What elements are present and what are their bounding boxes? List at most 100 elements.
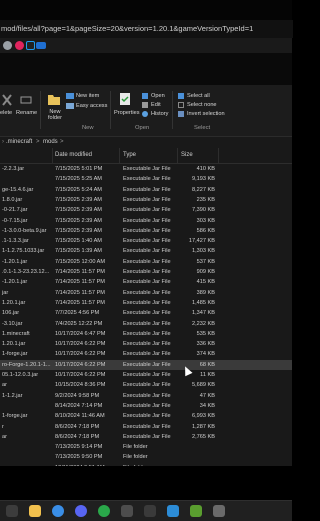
file-size: 336 KB — [196, 341, 215, 348]
file-row[interactable]: -1.20.1.jar 7/14/2025 11:57 PM Executable … — [0, 277, 292, 288]
column-size[interactable]: Size — [181, 152, 193, 158]
browser-address-bar[interactable]: mod/files/all?page=1&pageSize=20&version… — [0, 20, 293, 38]
file-type: Executable Jar File — [123, 310, 171, 317]
file-date: 10/17/2024 6:47 PM — [55, 330, 106, 337]
file-size: 68 KB — [199, 361, 215, 368]
file-name: .1-1.3.3.jar — [2, 238, 29, 245]
file-date: 7/15/2025 5:25 AM — [55, 176, 102, 183]
file-date: 7/15/2025 5:01 PM — [55, 166, 103, 172]
file-date: 7/14/2025 11:57 PM — [55, 279, 105, 286]
bookmark-icon-4[interactable] — [36, 42, 46, 49]
file-name: 05.1-12.0.3.jar — [2, 372, 39, 378]
column-divider[interactable] — [218, 148, 219, 163]
file-size: 2,232 KB — [191, 320, 215, 327]
rename-icon[interactable] — [20, 94, 32, 106]
file-row[interactable]: .0.1-1.3-23.23.12... 7/14/2025 11:57 PM Ex… — [0, 267, 292, 278]
breadcrumb-sep: > — [36, 139, 40, 145]
search-icon[interactable] — [6, 505, 18, 517]
properties-icon[interactable] — [119, 92, 131, 106]
file-date: 10/17/2024 6:22 PM — [55, 361, 106, 368]
file-row[interactable]: ro-Forge-1.20.1-1... 10/17/2024 6:22 PM Ex… — [0, 359, 292, 371]
column-divider[interactable] — [177, 148, 178, 163]
column-type[interactable]: Type — [123, 152, 136, 158]
file-type: File folder — [123, 463, 148, 466]
settings-icon[interactable] — [213, 505, 225, 517]
new-item-button[interactable]: New item — [76, 93, 99, 99]
folder-icon[interactable] — [29, 505, 41, 517]
breadcrumb-minecraft[interactable]: .minecraft — [6, 137, 32, 148]
invert-selection-button[interactable]: Invert selection — [187, 111, 225, 117]
file-name: 1.8.0.jar — [2, 196, 23, 203]
easy-access-button[interactable]: Easy access — [76, 103, 107, 109]
file-row[interactable]: -2.2.3.jar 7/15/2025 5:01 PM Executable Ja… — [0, 164, 292, 175]
group-select-label: Select — [194, 125, 211, 131]
minecraft-icon[interactable] — [190, 505, 202, 517]
chevron-left-icon: › — [2, 139, 4, 145]
properties-button[interactable]: Properties — [114, 110, 140, 116]
file-date: 7/4/2025 12:22 PM — [55, 320, 103, 327]
file-row[interactable]: 1-forge.jar 10/17/2024 6:22 PM Executable … — [0, 349, 292, 360]
column-date[interactable]: Date modified — [55, 152, 92, 158]
file-size: 1,485 KB — [191, 299, 215, 306]
file-row[interactable]: 1-forge.jar 8/10/2024 11:46 AM Executable … — [0, 411, 292, 422]
file-row[interactable]: 1.20.1.jar 10/17/2024 6:22 PM Executable J… — [0, 339, 292, 350]
open-button[interactable]: Open — [151, 93, 165, 99]
history-button[interactable]: History — [151, 111, 168, 117]
file-name: jar — [2, 289, 9, 296]
file-row[interactable]: -1-3.0.0-beta.9.jar 7/15/2025 2:39 AM Exec… — [0, 226, 292, 237]
select-none-icon — [178, 102, 184, 108]
file-row[interactable]: 1.20.1.jar 7/14/2025 11:57 PM Executable J… — [0, 298, 292, 309]
file-type: Executable Jar File — [123, 258, 171, 265]
file-name: -3.10.jar — [2, 320, 23, 327]
edit-button[interactable]: Edit — [151, 102, 161, 108]
breadcrumb[interactable]: › .minecraft > mods > — [0, 137, 292, 148]
file-row[interactable]: -0-7.15.jar 7/15/2025 2:39 AM Executable J… — [0, 216, 292, 227]
file-row[interactable]: jar 7/14/2025 11:57 PM Executable Jar File… — [0, 288, 292, 299]
file-type: Executable Jar File — [123, 176, 171, 183]
file-row[interactable]: ge-15.4.6.jar 7/15/2025 5:24 AM Executable… — [0, 185, 292, 196]
column-divider[interactable] — [119, 148, 120, 163]
taskbar — [0, 500, 292, 521]
select-none-button[interactable]: Select none — [187, 102, 217, 108]
chrome-icon[interactable] — [52, 505, 64, 517]
vscode-icon[interactable] — [167, 505, 179, 517]
file-row[interactable]: -3.10.jar 7/4/2025 12:22 PM Executable Jar… — [0, 319, 292, 330]
file-row[interactable]: ar 8/6/2024 7:18 PM Executable Jar File 2,7… — [0, 432, 292, 443]
window-gap — [0, 53, 292, 85]
file-row[interactable]: 1.8.0.jar 7/15/2025 2:39 AM Executable Jar… — [0, 195, 292, 206]
file-row[interactable]: 7/13/2025 9:50 PM File folder — [0, 452, 292, 463]
file-row[interactable]: r 8/6/2024 7:18 PM Executable Jar File 1,28… — [0, 422, 292, 433]
file-row[interactable]: 05.1-12.0.3.jar 10/17/2024 6:22 PM Executa… — [0, 370, 292, 381]
new-folder-button[interactable]: New folder — [45, 109, 65, 121]
xbox-icon[interactable] — [98, 505, 110, 517]
breadcrumb-mods[interactable]: mods — [43, 137, 58, 148]
app-icon[interactable] — [121, 505, 133, 517]
select-all-button[interactable]: Select all — [187, 93, 210, 99]
discord-icon[interactable] — [75, 505, 87, 517]
file-row[interactable]: 8/14/2024 7:14 PM Executable Jar File 34 K… — [0, 401, 292, 412]
new-folder-icon[interactable] — [47, 92, 61, 106]
bookmark-icon-1[interactable] — [3, 41, 12, 50]
file-row[interactable]: ar 10/15/2024 8:36 PM Executable Jar File 5… — [0, 380, 292, 391]
file-name: 1-1.2.75.1033.jar — [2, 248, 45, 255]
tiktok-icon[interactable] — [26, 41, 35, 50]
bookmark-icon-2[interactable] — [15, 41, 24, 50]
column-divider[interactable] — [52, 148, 53, 163]
delete-button[interactable]: elete — [0, 110, 12, 116]
file-size: 7,390 KB — [191, 207, 215, 214]
file-row[interactable]: 1-1.2.75.1033.jar 7/15/2025 1:39 AM Execut… — [0, 246, 292, 257]
file-row[interactable]: 7/15/2025 5:25 AM Executable Jar File 9,19… — [0, 174, 292, 185]
file-row[interactable]: 106.jar 7/7/2025 4:56 PM Executable Jar Fi… — [0, 308, 292, 319]
group-open-label: Open — [135, 125, 150, 131]
terminal-icon[interactable] — [144, 505, 156, 517]
file-row[interactable]: .1-1.3.3.jar 7/15/2025 1:40 AM Executable … — [0, 236, 292, 247]
file-row[interactable]: -0-21.7.jar 7/15/2025 2:39 AM Executable J… — [0, 205, 292, 216]
file-row[interactable]: 7/13/2025 9:14 PM File folder — [0, 442, 292, 453]
file-row[interactable]: 1-1.2.jar 9/2/2024 9:58 PM Executable Jar … — [0, 391, 292, 402]
rename-button[interactable]: Rename — [16, 110, 37, 116]
file-row[interactable]: 1.minecraft 10/17/2024 6:47 PM Executable … — [0, 329, 292, 340]
delete-icon[interactable] — [2, 94, 12, 106]
file-type: Executable Jar File — [123, 433, 171, 440]
file-row[interactable]: -1.20.1.jar 7/15/2025 12:00 AM Executable … — [0, 257, 292, 268]
file-row[interactable]: 12/11/2024 9:51 AM File folder — [0, 463, 292, 466]
